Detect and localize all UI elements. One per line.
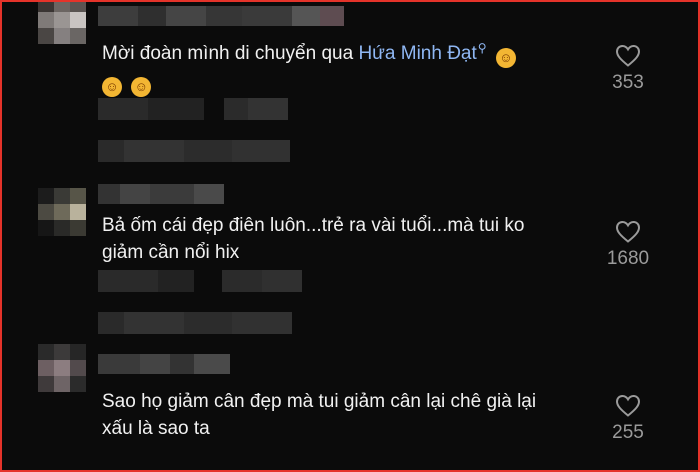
heart-icon [615,44,641,67]
like-count: 1680 [606,248,650,269]
comment-text-line: giảm cần nổi hix [102,242,240,263]
avatar[interactable] [38,2,86,44]
like-count: 255 [612,422,644,443]
avatar[interactable] [38,188,86,236]
search-icon: ⚲ [477,41,487,55]
comment-text: Mời đoàn mình di chuyển qua Hứa Minh Đạt… [102,40,516,97]
laughing-emoji: ☺ [102,77,122,97]
comment-meta-redacted [98,270,302,292]
like-button[interactable]: 1680 [598,220,658,270]
comment-text-line: Mời đoàn mình di chuyển qua [102,43,359,64]
comment-meta-redacted [98,98,288,120]
laughing-emoji: ☺ [495,48,516,68]
heart-icon [615,220,641,243]
like-button[interactable]: 255 [598,394,658,444]
mention-link[interactable]: Hứa Minh Đạt [358,43,476,64]
comment-text-line: Sao họ giảm cân đẹp mà tui giảm cân lại … [102,391,537,412]
reply-row-redacted[interactable] [98,312,292,334]
reply-row-redacted[interactable] [98,140,290,162]
heart-icon [615,394,641,417]
avatar[interactable] [38,344,86,392]
comment-text-line: xấu là sao ta [102,418,210,439]
comment-text: Sao họ giảm cân đẹp mà tui giảm cân lại … [102,388,536,442]
comment-text-line: Bả ốm cái đẹp điên luôn...trẻ ra vài tuổ… [102,215,525,236]
comment-text: Bả ốm cái đẹp điên luôn...trẻ ra vài tuổ… [102,212,524,266]
username-redacted[interactable] [98,354,230,374]
comment-list: Mời đoàn mình di chuyển qua Hứa Minh Đạt… [0,0,700,472]
like-button[interactable]: 353 [598,44,658,94]
username-redacted[interactable] [98,184,224,204]
laughing-emoji: ☺ [131,77,152,97]
like-count: 353 [612,72,644,93]
username-redacted[interactable] [98,6,344,26]
